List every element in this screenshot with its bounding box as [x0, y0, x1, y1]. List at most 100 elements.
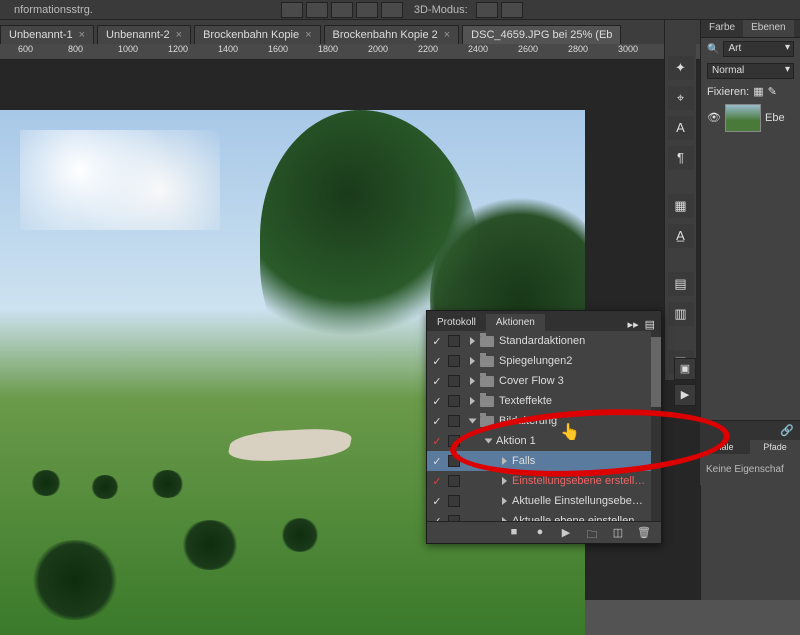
dialog-toggle[interactable]	[448, 495, 460, 507]
blend-mode-dropdown[interactable]: Normal	[707, 63, 794, 79]
close-icon[interactable]: ×	[444, 29, 450, 41]
action-row[interactable]: ✓ Falls	[427, 451, 661, 471]
disclosure-triangle-icon[interactable]	[502, 497, 507, 505]
layer-row[interactable]: 👁 Ebe	[701, 101, 800, 135]
dialog-toggle[interactable]	[448, 415, 460, 427]
link-icon[interactable]: 🔗	[780, 424, 794, 437]
panel-icon[interactable]: ▥	[668, 302, 694, 326]
lock-brush-icon[interactable]: ✎	[768, 85, 777, 98]
action-label: Cover Flow 3	[499, 375, 661, 387]
action-label: Spiegelungen2	[499, 355, 661, 367]
toggle-check-icon[interactable]: ✓	[431, 415, 443, 428]
toolbar-btn[interactable]	[381, 2, 403, 18]
dialog-toggle[interactable]	[448, 395, 460, 407]
dialog-toggle[interactable]	[448, 435, 460, 447]
disclosure-triangle-icon[interactable]	[470, 397, 475, 405]
tab-unbenannt-2[interactable]: Unbenannt-2×	[97, 25, 191, 44]
dialog-toggle[interactable]	[448, 355, 460, 367]
toolbar-btn[interactable]	[476, 2, 498, 18]
toolbar-btn[interactable]	[306, 2, 328, 18]
record-button[interactable]: ●	[533, 526, 547, 540]
action-row[interactable]: ✓ Spiegelungen2	[427, 351, 661, 371]
record-button[interactable]: ▣	[674, 358, 696, 380]
action-label: Bildalterung	[499, 415, 661, 427]
toggle-check-icon[interactable]: ✓	[431, 435, 443, 448]
dialog-toggle[interactable]	[448, 335, 460, 347]
toolbar-btn[interactable]	[281, 2, 303, 18]
action-row[interactable]: ✓Standardaktionen	[427, 331, 661, 351]
folder-icon	[480, 376, 494, 387]
toggle-check-icon[interactable]: ✓	[431, 495, 443, 508]
layer-thumbnail[interactable]	[725, 104, 761, 132]
disclosure-triangle-icon[interactable]	[469, 419, 477, 424]
panel-icon[interactable]: ▤	[668, 272, 694, 296]
paragraph-icon[interactable]: ¶	[668, 146, 694, 170]
lock-pixels-icon[interactable]: ▦	[753, 85, 763, 98]
action-label: Einstellungsebene erstell…	[512, 475, 661, 487]
disclosure-triangle-icon[interactable]	[470, 377, 475, 385]
play-button[interactable]: ▶	[674, 384, 696, 406]
char-styles-icon[interactable]: A̲	[668, 224, 694, 248]
close-icon[interactable]: ×	[305, 29, 311, 41]
stop-button[interactable]: ■	[507, 526, 521, 540]
dialog-toggle[interactable]	[448, 475, 460, 487]
disclosure-triangle-icon[interactable]	[502, 477, 507, 485]
toolbar-btn[interactable]	[356, 2, 378, 18]
action-row[interactable]: ✓ Texteffekte	[427, 391, 661, 411]
folder-icon	[480, 336, 494, 347]
dialog-toggle[interactable]	[448, 515, 460, 521]
action-row[interactable]: ✓Aktuelle Einstellungsebe…	[427, 491, 661, 511]
brush-icon[interactable]: ✦	[668, 56, 694, 80]
folder-icon	[480, 416, 494, 427]
tab-protokoll[interactable]: Protokoll	[427, 314, 486, 331]
toggle-check-icon[interactable]: ✓	[431, 455, 443, 468]
info-label: nformationsstrg.	[14, 4, 93, 16]
toolbar-btn[interactable]	[501, 2, 523, 18]
action-row[interactable]: ✓ Einstellungsebene erstell…	[427, 471, 661, 491]
action-row[interactable]: ✓ Cover Flow 3	[427, 371, 661, 391]
tab-brockenbahn[interactable]: Brockenbahn Kopie×	[194, 25, 320, 44]
dialog-toggle[interactable]	[448, 375, 460, 387]
tab-brockenbahn-2[interactable]: Brockenbahn Kopie 2×	[324, 25, 460, 44]
panel-menu-icon[interactable]: ▤	[645, 318, 655, 331]
action-row[interactable]: ✓ Bildalterung	[427, 411, 661, 431]
toggle-check-icon[interactable]: ✓	[431, 335, 443, 348]
collapse-icon[interactable]: ▸▸	[628, 318, 639, 331]
filter-kind-dropdown[interactable]: Art	[723, 41, 794, 57]
toggle-check-icon[interactable]: ✓	[431, 515, 443, 522]
close-icon[interactable]: ×	[79, 29, 85, 41]
new-action-button[interactable]: ◫	[611, 526, 625, 540]
toggle-check-icon[interactable]: ✓	[431, 395, 443, 408]
play-button[interactable]: ▶	[559, 526, 573, 540]
tab-ebenen[interactable]: Ebenen	[743, 20, 793, 37]
disclosure-triangle-icon[interactable]	[485, 439, 493, 444]
action-label: Texteffekte	[499, 395, 661, 407]
tab-paths[interactable]: Pfade	[750, 440, 800, 454]
action-row[interactable]: ✓Aktion 1	[427, 431, 661, 451]
dialog-toggle[interactable]	[448, 455, 460, 467]
disclosure-triangle-icon[interactable]	[502, 457, 507, 465]
disclosure-triangle-icon[interactable]	[470, 337, 475, 345]
type-icon[interactable]: A	[668, 116, 694, 140]
scrollbar[interactable]	[651, 331, 661, 521]
tab-unbenannt-1[interactable]: Unbenannt-1×	[0, 25, 94, 44]
toolbar-btn[interactable]	[331, 2, 353, 18]
action-row[interactable]: ✓Aktuelle ebene einstellen	[427, 511, 661, 521]
tab-farbe[interactable]: Farbe	[701, 20, 743, 37]
disclosure-triangle-icon[interactable]	[470, 357, 475, 365]
toggle-check-icon[interactable]: ✓	[431, 375, 443, 388]
disclosure-triangle-icon[interactable]	[502, 517, 507, 521]
visibility-icon[interactable]: 👁	[707, 111, 721, 125]
styles-icon[interactable]: ▦	[668, 194, 694, 218]
action-label: Falls	[512, 455, 661, 467]
delete-button[interactable]: 🗑	[637, 526, 651, 540]
tab-dsc-4659[interactable]: DSC_4659.JPG bei 25% (Eb	[462, 25, 621, 44]
no-properties-text: Keine Eigenschaf	[700, 454, 800, 485]
tab-aktionen[interactable]: Aktionen	[486, 314, 545, 331]
clone-icon[interactable]: ⌖	[668, 86, 694, 110]
toggle-check-icon[interactable]: ✓	[431, 475, 443, 488]
close-icon[interactable]: ×	[176, 29, 182, 41]
tab-channels[interactable]: näle	[700, 440, 750, 454]
new-set-button[interactable]: 🗀	[585, 526, 599, 540]
toggle-check-icon[interactable]: ✓	[431, 355, 443, 368]
